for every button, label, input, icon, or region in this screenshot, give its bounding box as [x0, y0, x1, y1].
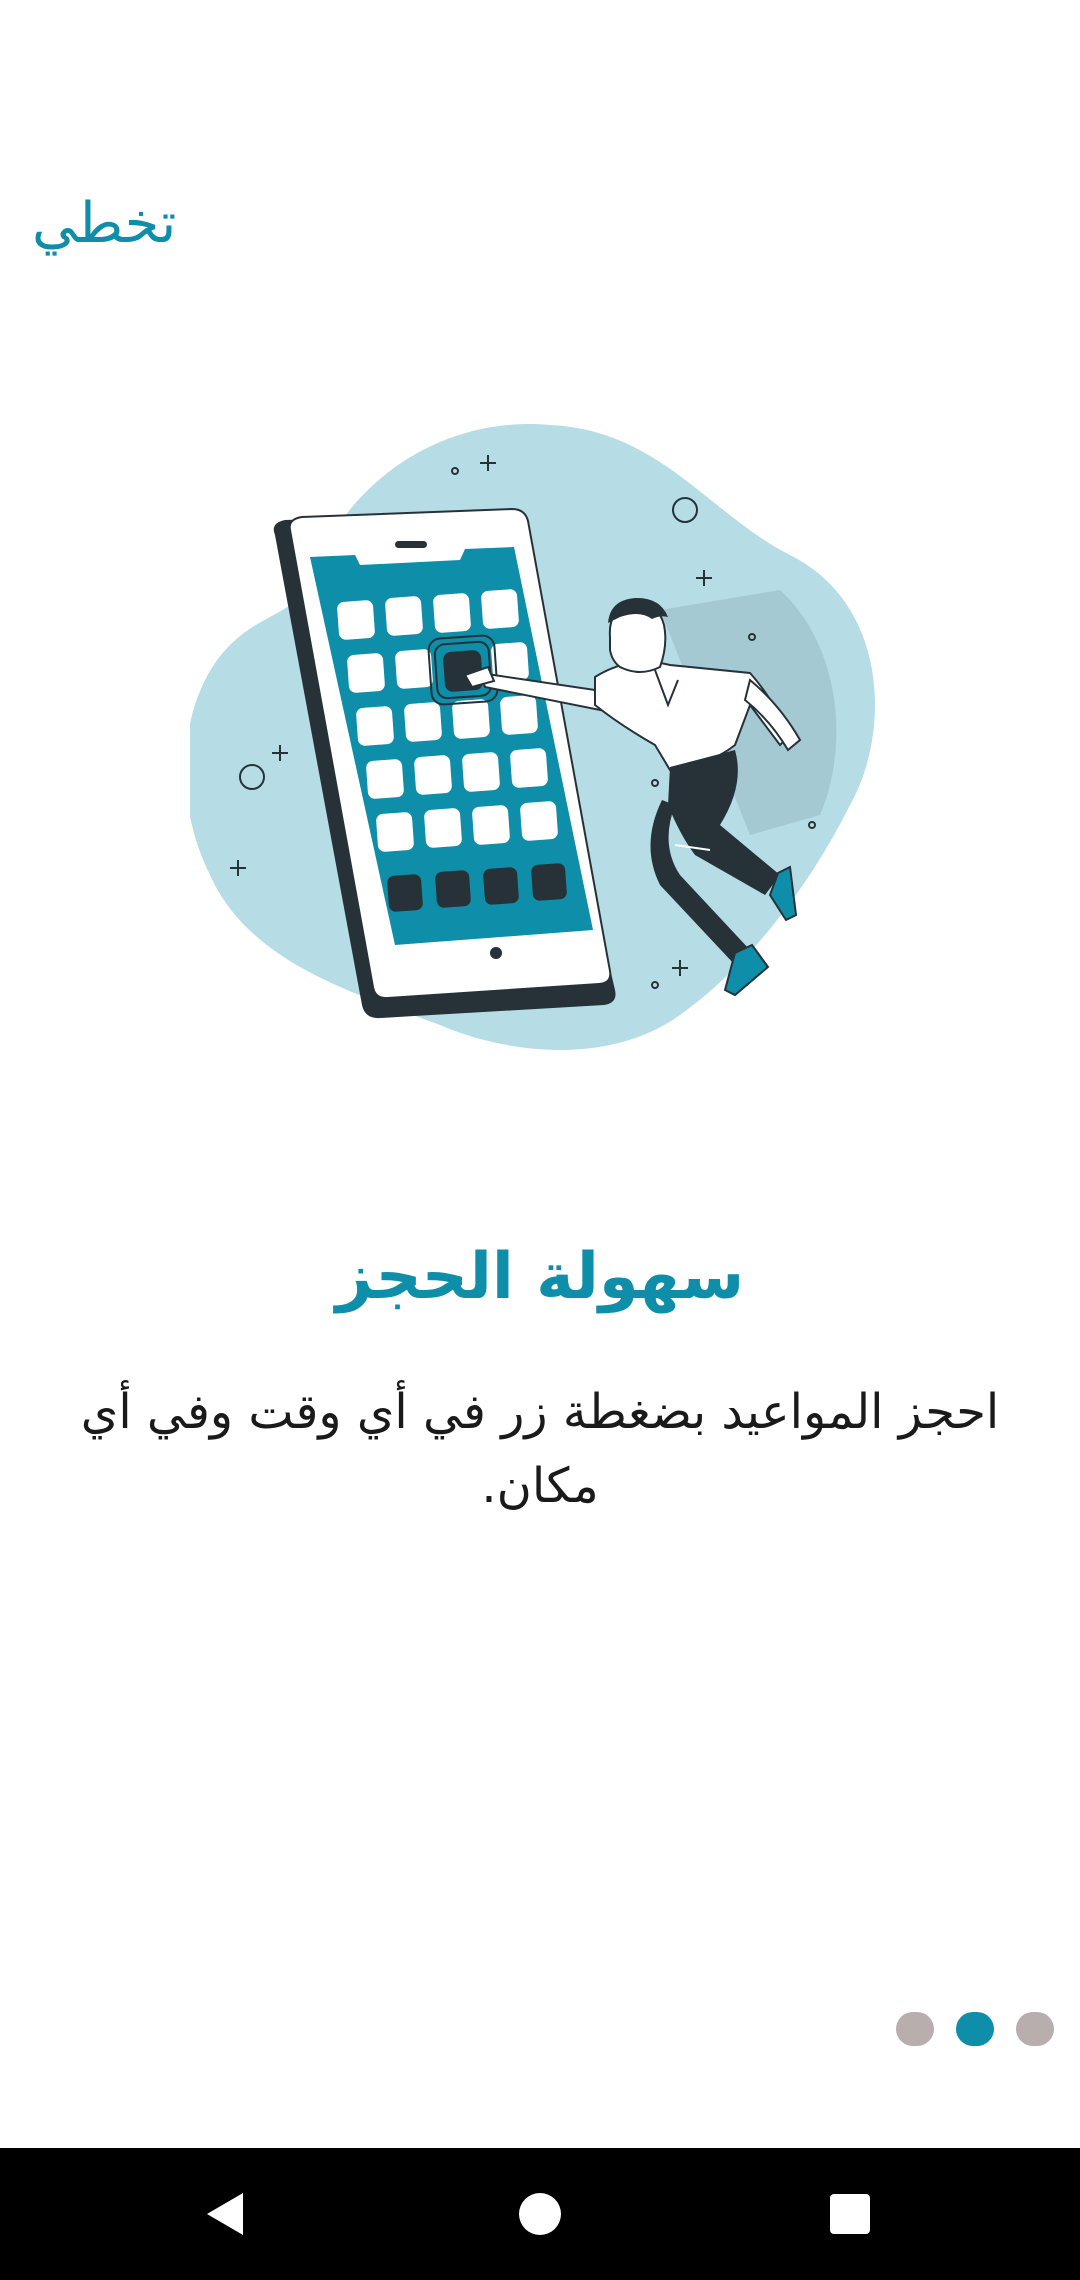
home-circle-icon: [519, 2193, 561, 2235]
skip-button[interactable]: تخطي: [32, 190, 176, 257]
onboarding-description: احجز المواعيد بضغطة زر في أي وقت وفي أي …: [80, 1384, 1000, 1514]
page-dot[interactable]: [1016, 2012, 1054, 2046]
back-button[interactable]: [165, 2148, 285, 2280]
onboarding-title: سهولة الحجز: [335, 1240, 745, 1314]
system-navigation-bar: [0, 2148, 1080, 2280]
onboarding-screen: تخطي سهولة الحجز احجز المواعيد بضغطة زر …: [0, 0, 1080, 2280]
recents-button[interactable]: [790, 2148, 910, 2280]
page-dot[interactable]: [896, 2012, 934, 2046]
page-dot-active[interactable]: [956, 2012, 994, 2046]
recents-square-icon: [830, 2194, 870, 2234]
phone-booking-illustration: [190, 424, 875, 1050]
back-triangle-icon: [207, 2193, 243, 2235]
page-indicator: [896, 2012, 1054, 2046]
home-button[interactable]: [480, 2148, 600, 2280]
